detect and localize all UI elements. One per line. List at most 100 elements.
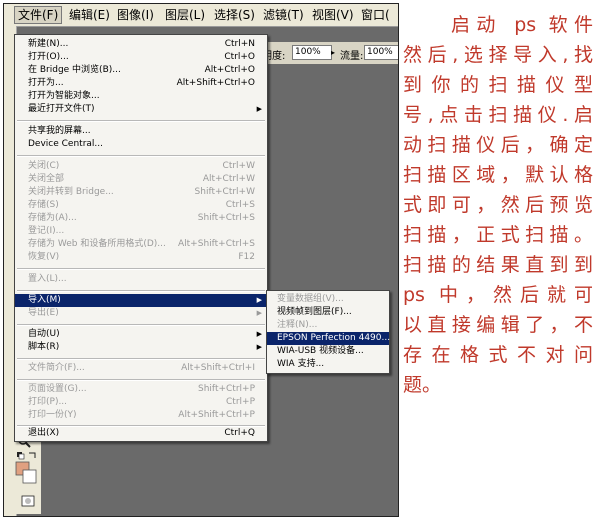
- menu-item-device-central[interactable]: Device Central...: [15, 138, 267, 151]
- menu-window[interactable]: 窗口(: [358, 7, 393, 23]
- menu-file[interactable]: 文件(F): [14, 6, 63, 24]
- menu-item-shortcut: Shift+Ctrl+W: [194, 187, 255, 197]
- menu-item-revert[interactable]: 恢复(V) F12: [15, 251, 267, 264]
- submenu-item-notes[interactable]: 注释(N)...: [267, 319, 389, 332]
- menu-item-label: 自动(U): [28, 329, 60, 339]
- menu-item-shortcut: Alt+Shift+Ctrl+O: [176, 78, 255, 88]
- submenu-item-label: 变量数据组(V)...: [277, 294, 344, 304]
- menu-item-shortcut: F12: [238, 252, 255, 262]
- submenu-item-label: WIA-USB 视频设备...: [277, 346, 364, 356]
- menu-item-shortcut: Alt+Ctrl+O: [204, 65, 255, 75]
- menu-item-label: 打开为...: [28, 78, 64, 88]
- caption-line: 到你的扫描仪型: [403, 74, 593, 96]
- caption-line: 存在格式不对问: [403, 344, 593, 366]
- menu-item-automate[interactable]: 自动(U) ▶: [15, 328, 267, 341]
- menu-item-label: 关闭全部: [28, 174, 65, 184]
- submenu-arrow-icon: ▶: [256, 296, 262, 304]
- menu-select[interactable]: 选择(S): [211, 7, 258, 23]
- caption-line: 动扫描仪后，确定: [403, 134, 593, 156]
- menu-item-label: 关闭并转到 Bridge...: [28, 187, 114, 197]
- menu-view[interactable]: 视图(V): [309, 7, 357, 23]
- submenu-item-wia-usb-video[interactable]: WIA-USB 视频设备...: [267, 345, 389, 358]
- caption-line: 以直接编辑了，不: [403, 314, 593, 336]
- submenu-item-epson-scanner[interactable]: EPSON Perfection 4490...: [267, 332, 391, 345]
- opacity-dropdown-icon[interactable]: ▸: [331, 48, 335, 57]
- menu-item-shortcut: Shift+Ctrl+P: [198, 384, 255, 394]
- quick-mask-icon[interactable]: [21, 495, 35, 507]
- default-colors-icon[interactable]: [17, 452, 25, 460]
- menu-item-shortcut: Ctrl+Q: [224, 428, 255, 438]
- menu-item-open[interactable]: 打开(O)... Ctrl+O: [15, 51, 267, 64]
- menu-item-scripts[interactable]: 脚本(R) ▶: [15, 341, 267, 354]
- menu-edit[interactable]: 编辑(E): [66, 7, 113, 23]
- submenu-arrow-icon: ▶: [256, 330, 262, 338]
- submenu-item-variable-data-sets[interactable]: 变量数据组(V)...: [267, 293, 389, 306]
- menu-item-browse-in-bridge[interactable]: 在 Bridge 中浏览(B)... Alt+Ctrl+O: [15, 64, 267, 77]
- menu-item-recent-files[interactable]: 最近打开文件(T) ▶: [15, 103, 267, 116]
- swap-colors-icon[interactable]: [29, 452, 36, 458]
- menu-item-shortcut: Shift+Ctrl+S: [197, 213, 255, 223]
- menu-item-label: 打印一份(Y): [28, 410, 77, 420]
- file-menu: 新建(N)... Ctrl+N 打开(O)... Ctrl+O 在 Bridge 中…: [14, 34, 268, 442]
- menu-item-label: 新建(N)...: [28, 39, 69, 49]
- menu-item-print-one-copy[interactable]: 打印一份(Y) Alt+Shift+Ctrl+P: [15, 409, 267, 422]
- background-color-swatch[interactable]: [22, 469, 37, 484]
- menu-item-label: 打开(O)...: [28, 52, 69, 62]
- submenu-item-label: 注释(N)...: [277, 320, 318, 330]
- menu-item-label: 页面设置(G)...: [28, 384, 87, 394]
- menu-item-shortcut: Alt+Ctrl+W: [202, 174, 255, 184]
- menu-item-place[interactable]: 置入(L)...: [15, 273, 267, 286]
- menu-item-label: 置入(L)...: [28, 274, 67, 284]
- menu-item-label: 导入(M): [28, 295, 61, 305]
- menu-item-close-and-go-to-bridge[interactable]: 关闭并转到 Bridge... Shift+Ctrl+W: [15, 186, 267, 199]
- menu-separator: [17, 379, 265, 381]
- menu-item-import[interactable]: 导入(M) ▶: [15, 294, 267, 307]
- caption-line: 号,点击扫描仪.启: [403, 104, 593, 126]
- caption-line: ps 中，然后就可: [403, 284, 593, 306]
- submenu-item-wia-support[interactable]: WIA 支持...: [267, 358, 389, 371]
- menu-item-open-as[interactable]: 打开为... Alt+Shift+Ctrl+O: [15, 77, 267, 90]
- menu-item-shortcut: Alt+Shift+Ctrl+P: [178, 410, 255, 420]
- menu-filter[interactable]: 滤镜(T): [260, 7, 307, 23]
- flow-input[interactable]: 100%: [364, 45, 398, 60]
- menu-image[interactable]: 图像(I): [114, 7, 157, 23]
- menu-item-share-screen[interactable]: 共享我的屏幕...: [15, 125, 267, 138]
- menu-separator: [17, 324, 265, 326]
- menu-item-label: 关闭(C): [28, 161, 60, 171]
- menu-item-shortcut: Alt+Shift+Ctrl+S: [178, 239, 255, 249]
- menu-item-new[interactable]: 新建(N)... Ctrl+N: [15, 38, 267, 51]
- menu-item-check-in[interactable]: 登记(I)...: [15, 225, 267, 238]
- menu-item-shortcut: Ctrl+N: [224, 39, 255, 49]
- menu-item-save-for-web[interactable]: 存储为 Web 和设备所用格式(D)... Alt+Shift+Ctrl+S: [15, 238, 267, 251]
- opacity-input[interactable]: 100%: [292, 45, 332, 60]
- toolbox-icons: [15, 435, 37, 507]
- caption-line: 扫描区域，默认格: [403, 164, 593, 186]
- menu-item-shortcut: Ctrl+S: [225, 200, 255, 210]
- menu-item-label: Device Central...: [28, 139, 103, 149]
- instruction-caption: 启动 ps 软件 然后,选择导入,找 到你的扫描仪型 号,点击扫描仪.启 动扫描…: [403, 10, 593, 400]
- menu-item-open-as-smart-object[interactable]: 打开为智能对象...: [15, 90, 267, 103]
- menu-item-export[interactable]: 导出(E) ▶: [15, 307, 267, 320]
- menu-item-shortcut: Ctrl+O: [224, 52, 255, 62]
- submenu-item-label: EPSON Perfection 4490...: [277, 333, 391, 343]
- menu-item-label: 共享我的屏幕...: [28, 126, 91, 136]
- caption-line: 式即可，然后预览: [403, 194, 593, 216]
- menu-item-save[interactable]: 存储(S) Ctrl+S: [15, 199, 267, 212]
- caption-line: 题。: [403, 374, 442, 396]
- menu-layer[interactable]: 图层(L): [162, 7, 208, 23]
- menu-item-close[interactable]: 关闭(C) Ctrl+W: [15, 160, 267, 173]
- submenu-arrow-icon: ▶: [256, 309, 262, 317]
- menu-item-label: 打印(P)...: [28, 397, 68, 407]
- menu-item-label: 脚本(R): [28, 342, 60, 352]
- menu-item-print[interactable]: 打印(P)... Ctrl+P: [15, 396, 267, 409]
- menu-item-file-info[interactable]: 文件简介(F)... Alt+Shift+Ctrl+I: [15, 362, 267, 375]
- toolbox-bottom: [13, 432, 41, 514]
- menu-item-shortcut: Ctrl+P: [226, 397, 255, 407]
- menu-item-close-all[interactable]: 关闭全部 Alt+Ctrl+W: [15, 173, 267, 186]
- submenu-item-label: 视频帧到图层(F)...: [277, 307, 352, 317]
- menu-item-exit[interactable]: 退出(X) Ctrl+Q: [15, 427, 267, 440]
- menu-item-page-setup[interactable]: 页面设置(G)... Shift+Ctrl+P: [15, 383, 267, 396]
- submenu-item-video-frames-to-layers[interactable]: 视频帧到图层(F)...: [267, 306, 389, 319]
- menu-bar: 文件(F) 编辑(E) 图像(I) 图层(L) 选择(S) 滤镜(T) 视图(V…: [4, 4, 398, 27]
- menu-item-save-as[interactable]: 存储为(A)... Shift+Ctrl+S: [15, 212, 267, 225]
